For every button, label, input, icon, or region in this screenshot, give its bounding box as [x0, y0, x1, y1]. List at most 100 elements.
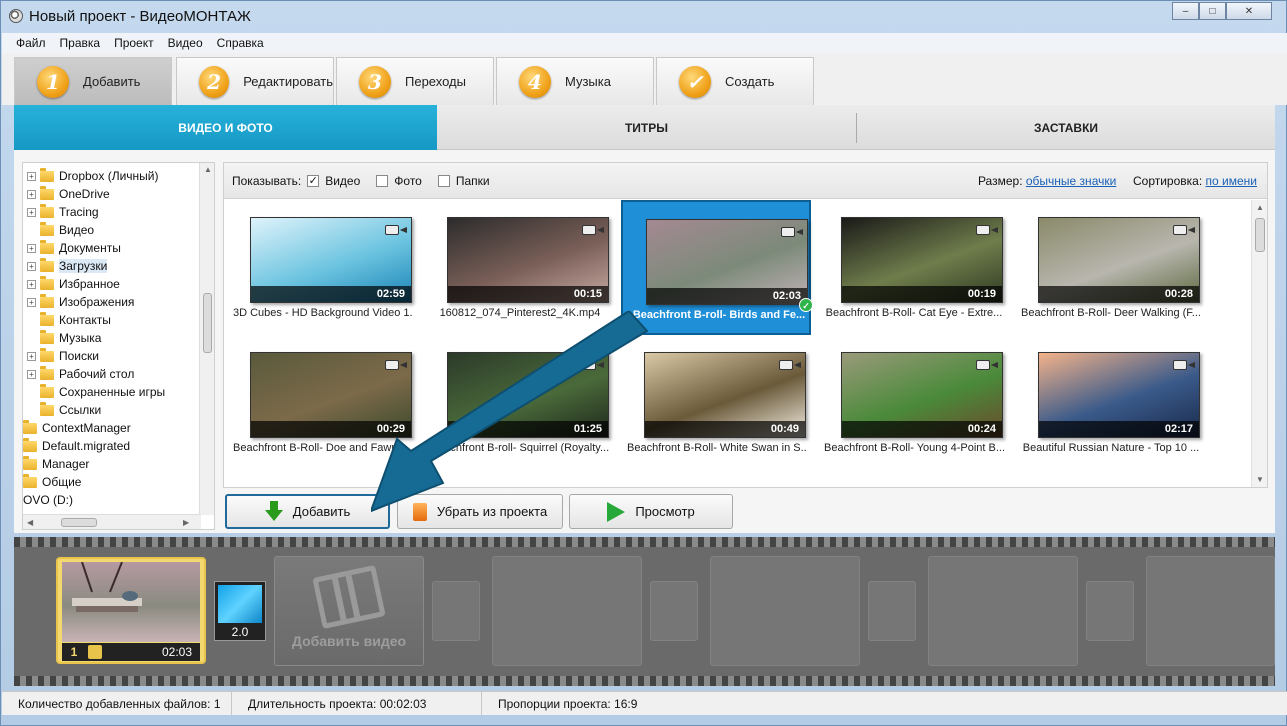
expand-icon[interactable]: +: [27, 171, 36, 181]
photo-checkbox[interactable]: [376, 174, 389, 187]
tree-folder-item[interactable]: OVO (D:): [23, 491, 73, 509]
tree-folder-item[interactable]: + Документы: [27, 239, 121, 257]
tree-folder-item[interactable]: + Поиски: [27, 347, 99, 365]
gallery-scrollbar[interactable]: ▲ ▼: [1251, 200, 1267, 487]
tree-folder-item[interactable]: + Загрузки: [27, 257, 108, 275]
tree-folder-item[interactable]: Контакты: [27, 311, 111, 329]
expand-icon[interactable]: +: [27, 369, 36, 379]
tree-vertical-scrollbar[interactable]: ▲: [199, 163, 214, 515]
expand-icon[interactable]: +: [27, 279, 36, 289]
expand-icon[interactable]: +: [27, 243, 36, 253]
scroll-thumb[interactable]: [203, 293, 212, 353]
video-thumbnail[interactable]: 02:17 Beautiful Russian Nature - Top 10 .…: [1015, 335, 1205, 470]
folder-icon: [40, 257, 54, 272]
expand-icon[interactable]: +: [27, 297, 36, 307]
expand-icon[interactable]: [27, 334, 36, 343]
video-title: Beautiful Russian Nature - Top 10 ...: [1022, 442, 1200, 454]
tree-item-label: OneDrive: [59, 187, 110, 201]
maximize-button[interactable]: □: [1199, 2, 1226, 20]
video-preview-image: 00:19: [841, 217, 1003, 303]
preview-button[interactable]: Просмотр: [569, 494, 733, 529]
tree-folder-item[interactable]: + Избранное: [27, 275, 120, 293]
remove-from-project-button[interactable]: Убрать из проекта: [397, 494, 563, 529]
scroll-up-icon[interactable]: ▲: [204, 165, 212, 174]
tab-label: Музыка: [565, 74, 611, 89]
video-thumbnail[interactable]: 02:59 3D Cubes - HD Background Video 1...: [227, 200, 417, 335]
tab-video-photo[interactable]: ВИДЕО И ФОТО: [14, 105, 437, 150]
expand-icon[interactable]: +: [27, 261, 36, 271]
pencil-icon[interactable]: [88, 645, 102, 659]
tab-titles[interactable]: ТИТРЫ: [437, 105, 856, 150]
tab-edit[interactable]: 2 Редактировать: [176, 57, 334, 105]
tree-folder-item[interactable]: + Рабочий стол: [27, 365, 134, 383]
expand-icon[interactable]: [27, 316, 36, 325]
expand-icon[interactable]: [27, 388, 36, 397]
storyboard: 1 02:03 2.0 Добавить видео: [14, 537, 1275, 686]
tree-folder-item[interactable]: Видео: [27, 221, 94, 239]
tree-folder-item[interactable]: Default.migrated: [23, 437, 130, 455]
checkmark-icon: ✓: [679, 65, 711, 98]
status-file-count: Количество добавленных файлов: 1: [2, 692, 232, 715]
tree-folder-item[interactable]: ContextManager: [23, 419, 131, 437]
scroll-down-icon[interactable]: ▼: [1256, 475, 1264, 484]
video-thumbnail[interactable]: 00:24 Beachfront B-Roll- Young 4-Point B.…: [818, 335, 1008, 470]
thumbnail-grid: 02:59 3D Cubes - HD Background Video 1...…: [224, 200, 1251, 487]
menu-project[interactable]: Проект: [114, 36, 154, 50]
scroll-right-icon[interactable]: ▶: [183, 518, 189, 527]
tab-transitions[interactable]: 3 Переходы: [336, 57, 494, 105]
video-preview-image: 02:17: [1038, 352, 1200, 438]
tree-folder-item[interactable]: Сохраненные игры: [27, 383, 165, 401]
video-thumbnail[interactable]: 00:15 160812_074_Pinterest2_4K.mp4: [424, 200, 614, 335]
expand-icon[interactable]: +: [27, 351, 36, 361]
folder-tree[interactable]: + Dropbox (Личный) + OneDrive + Tracing Видео +…: [22, 162, 215, 530]
expand-icon[interactable]: +: [27, 207, 36, 217]
add-video-slot[interactable]: Добавить видео: [274, 556, 424, 666]
tree-folder-item[interactable]: Manager: [23, 455, 89, 473]
video-thumbnail[interactable]: 01:25 Beachfront B-roll- Squirrel (Royalt…: [424, 335, 614, 470]
clip-number: 1: [70, 645, 78, 659]
menu-file[interactable]: Файл: [16, 36, 46, 50]
tab-create[interactable]: ✓ Создать: [656, 57, 814, 105]
scroll-thumb[interactable]: [1255, 218, 1265, 252]
video-title: Beachfront B-Roll- White Swan in S...: [627, 442, 807, 454]
video-thumbnail[interactable]: 00:19 Beachfront B-Roll- Cat Eye - Extre.…: [818, 200, 1008, 335]
size-dropdown[interactable]: обычные значки: [1026, 174, 1116, 188]
tree-folder-item[interactable]: Ссылки: [27, 401, 101, 419]
storyboard-clip[interactable]: 1 02:03: [56, 557, 206, 664]
video-filter-label: Видео: [325, 173, 361, 188]
transition-slot[interactable]: 2.0: [214, 581, 266, 641]
tree-folder-item[interactable]: Музыка: [27, 329, 101, 347]
scroll-left-icon[interactable]: ◀: [27, 518, 33, 527]
expand-icon[interactable]: [27, 406, 36, 415]
tree-horizontal-scrollbar[interactable]: ◀ ▶: [23, 514, 201, 529]
video-thumbnail[interactable]: 00:29 Beachfront B-Roll- Doe and Fawns ..…: [227, 335, 417, 470]
tree-folder-item[interactable]: + Dropbox (Личный): [27, 167, 158, 185]
expand-icon[interactable]: +: [27, 189, 36, 199]
tab-add[interactable]: 1 Добавить: [14, 57, 172, 105]
scroll-thumb[interactable]: [61, 518, 97, 527]
tree-folder-item[interactable]: + Tracing: [27, 203, 99, 221]
tab-intros[interactable]: ЗАСТАВКИ: [857, 105, 1275, 150]
video-thumbnail[interactable]: 00:28 Beachfront B-Roll- Deer Walking (F.…: [1015, 200, 1205, 335]
scroll-up-icon[interactable]: ▲: [1256, 203, 1264, 212]
video-thumbnail[interactable]: 00:49 Beachfront B-Roll- White Swan in S.…: [621, 335, 811, 470]
sort-dropdown[interactable]: по имени: [1206, 174, 1257, 188]
folders-checkbox[interactable]: [437, 174, 450, 187]
folder-icon: [40, 383, 54, 398]
add-button[interactable]: Добавить: [225, 494, 390, 529]
video-thumbnail[interactable]: 02:03 ✓ Beachfront B-roll- Birds and Fe...: [621, 200, 813, 335]
menu-video[interactable]: Видео: [168, 36, 203, 50]
status-duration: Длительность проекта: 00:02:03: [232, 692, 482, 715]
tab-music[interactable]: 4 Музыка: [496, 57, 654, 105]
expand-icon[interactable]: [27, 226, 36, 235]
menu-edit[interactable]: Правка: [60, 36, 101, 50]
tree-folder-item[interactable]: + Изображения: [27, 293, 134, 311]
minimize-button[interactable]: –: [1172, 2, 1199, 20]
tree-folder-item[interactable]: + OneDrive: [27, 185, 110, 203]
status-bar: Количество добавленных файлов: 1 Длитель…: [2, 691, 1287, 715]
close-button[interactable]: ✕: [1226, 2, 1272, 20]
tree-folder-item[interactable]: Общие: [23, 473, 81, 491]
folder-icon: [40, 185, 54, 200]
video-checkbox[interactable]: ✓: [307, 174, 320, 187]
menu-help[interactable]: Справка: [217, 36, 264, 50]
